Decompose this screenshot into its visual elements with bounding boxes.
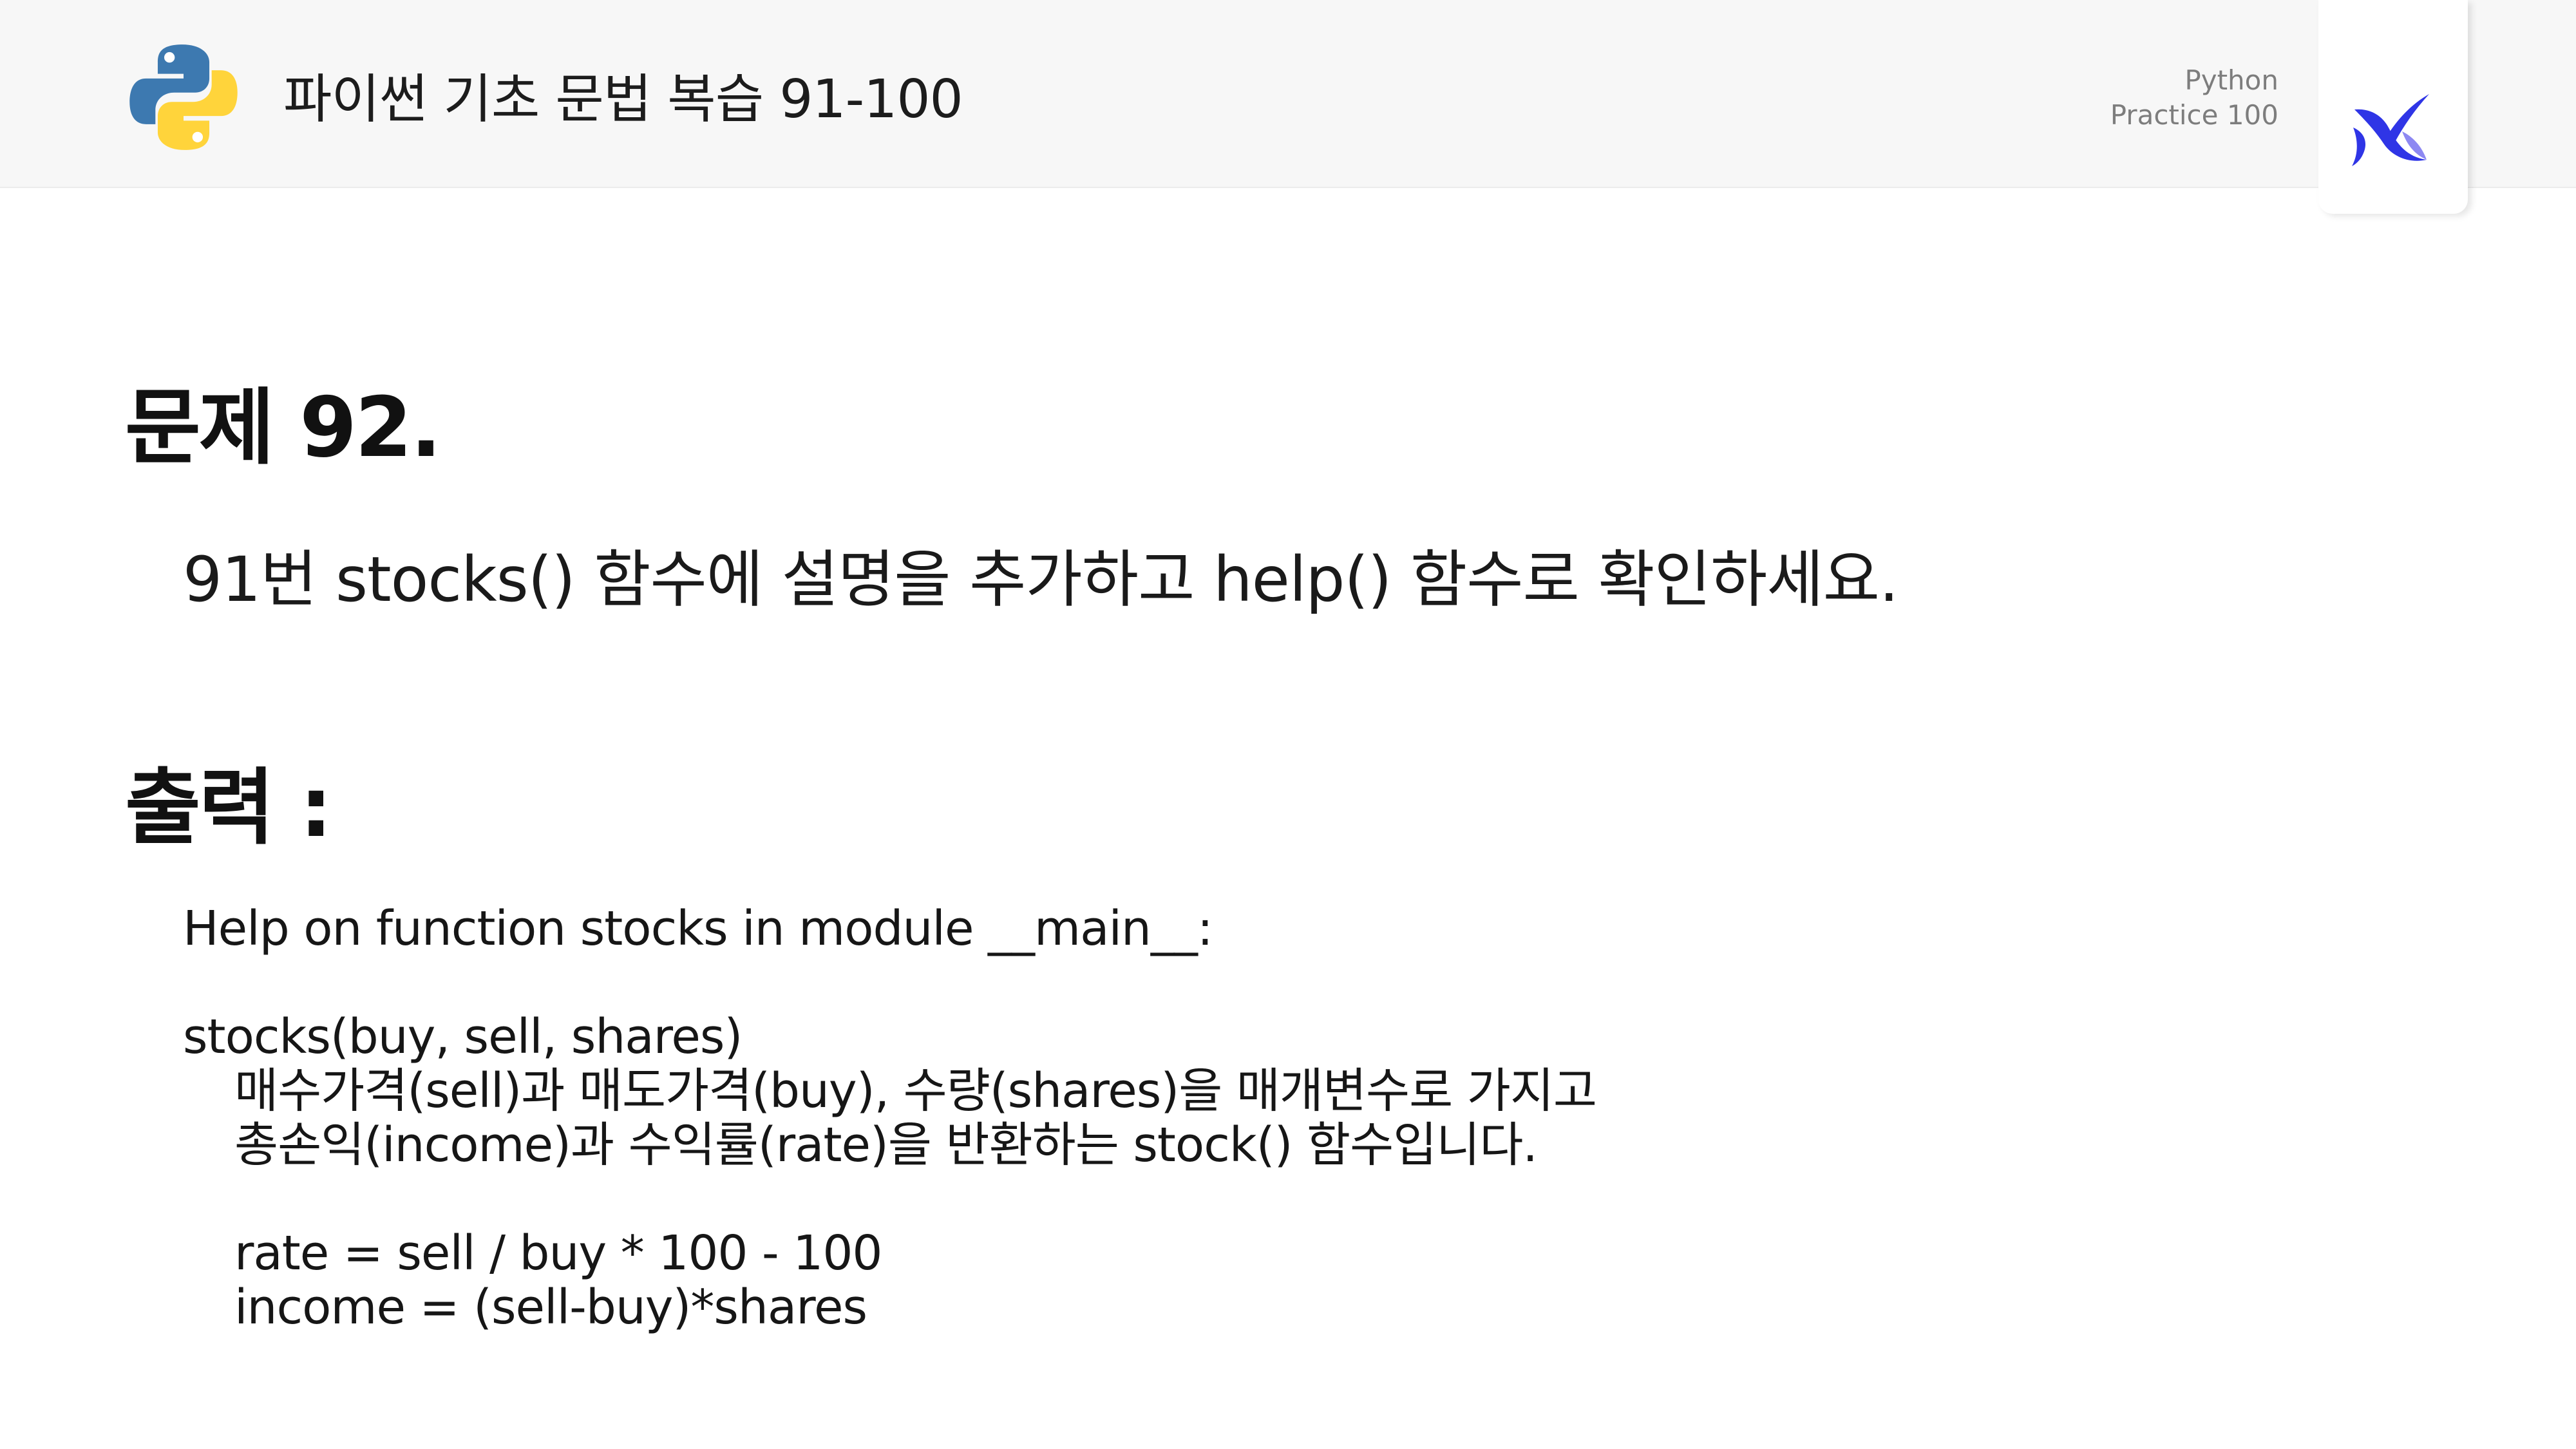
problem-title: 문제 92. <box>125 380 442 476</box>
python-logo-icon <box>129 44 238 150</box>
output-line: income = (sell-buy)*shares <box>234 1280 867 1335</box>
output-line-blank <box>183 956 1596 1010</box>
output-line: 총손익(income)과 수익률(rate)을 반환하는 stock() 함수입… <box>234 1117 1538 1173</box>
output-line: Help on function stocks in module __main… <box>183 901 1213 956</box>
brand-label-line1: Python <box>2184 64 2278 96</box>
output-line-blank <box>183 1172 1596 1226</box>
output-line: rate = sell / buy * 100 - 100 <box>234 1226 882 1281</box>
output-line: stocks(buy, sell, shares) <box>183 1009 743 1065</box>
header-bar: 파이썬 기초 문법 복습 91-100 Python Practice 100 <box>0 0 2576 188</box>
brand-label: Python Practice 100 <box>2110 63 2278 133</box>
brand-label-line2: Practice 100 <box>2110 99 2278 131</box>
output-block: Help on function stocks in module __main… <box>183 901 1597 1335</box>
output-line: 매수가격(sell)과 매도가격(buy), 수량(shares)을 매개변수로… <box>234 1063 1597 1119</box>
brand-card <box>2318 0 2468 214</box>
header-title: 파이썬 기초 문법 복습 91-100 <box>283 69 963 130</box>
output-title: 출력 : <box>125 760 332 856</box>
brand-logo-icon <box>2352 94 2429 166</box>
problem-description: 91번 stocks() 함수에 설명을 추가하고 help() 함수로 확인하… <box>183 544 1899 616</box>
